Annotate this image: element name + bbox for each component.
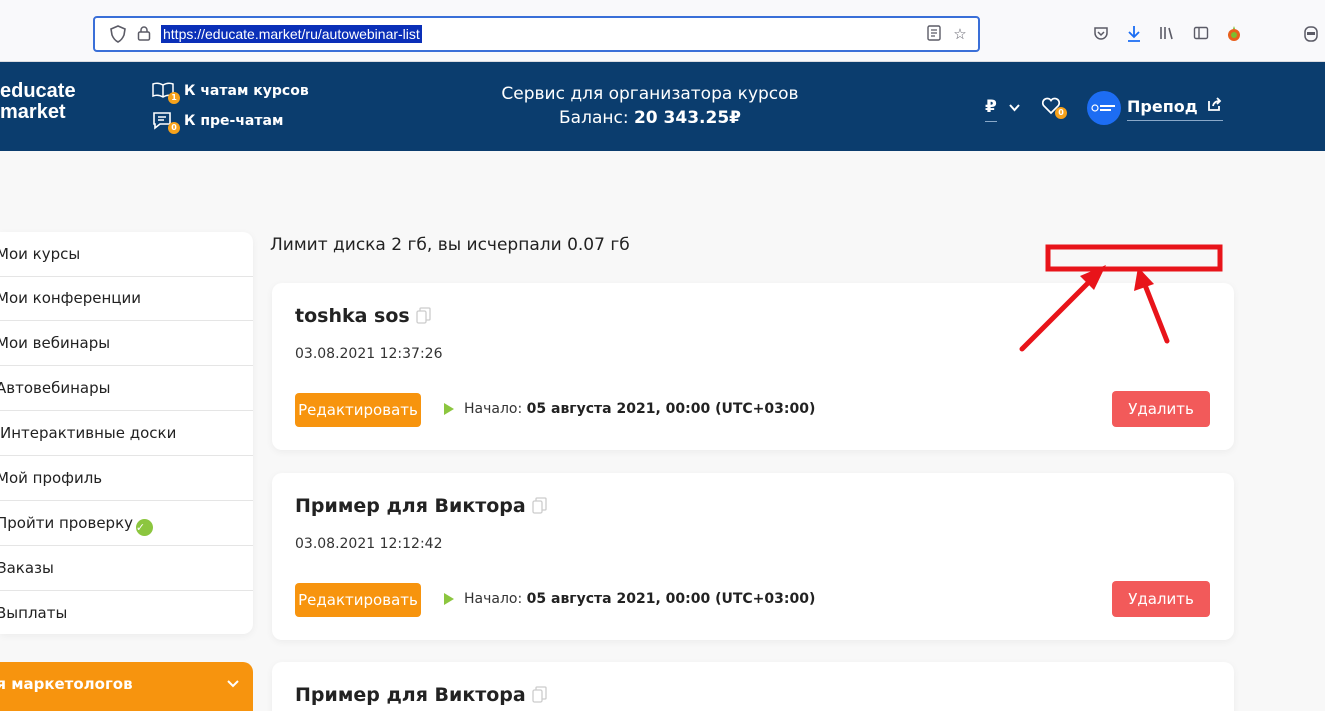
- marketing-label: Для маркетологов: [0, 675, 133, 693]
- lock-icon[interactable]: [135, 25, 153, 43]
- chat-icon: 0: [152, 112, 180, 134]
- sidebar-menu: Мои курсы Мои конференции Мои вебинары А…: [0, 232, 253, 634]
- extension-icon[interactable]: [1224, 25, 1244, 45]
- copy-icon[interactable]: [532, 686, 548, 704]
- edit-button[interactable]: Редактировать: [295, 393, 421, 427]
- autowebinar-card: toshka sos 03.08.2021 12:37:26 Редактиро…: [272, 283, 1234, 450]
- user-profile-link[interactable]: Препод: [1127, 97, 1224, 121]
- delete-button[interactable]: Удалить: [1112, 391, 1210, 427]
- avatar[interactable]: [1087, 91, 1121, 125]
- site-logo[interactable]: educate market: [0, 81, 76, 123]
- sidebar-toggle-icon[interactable]: [1191, 25, 1211, 45]
- reader-view-icon[interactable]: [925, 25, 943, 43]
- start-label: Начало:: [464, 401, 527, 417]
- sidebar-item-my-webinars[interactable]: Мои вебинары: [0, 321, 253, 366]
- course-chats-label: К чатам курсов: [184, 83, 309, 99]
- logo-line1: educate: [0, 80, 76, 102]
- autowebinar-card: Пример для Виктора: [272, 662, 1234, 711]
- address-bar[interactable]: https://educate.market/ru/autowebinar-li…: [93, 16, 980, 52]
- start-value: 05 августа 2021, 00:00 (UTC+03:00): [526, 401, 816, 417]
- service-info: Сервис для организатора курсов Баланс: 2…: [420, 82, 880, 130]
- card-title-text: Пример для Виктора: [295, 495, 526, 517]
- chats-badge: 1: [168, 92, 180, 104]
- site-header: educate market 1 К чатам курсов 0 К пре-…: [0, 62, 1325, 151]
- start-value: 05 августа 2021, 00:00 (UTC+03:00): [526, 591, 816, 607]
- marketing-section-toggle[interactable]: Для маркетологов: [0, 662, 253, 711]
- check-circle-icon: ✓: [136, 519, 154, 536]
- currency-selector[interactable]: ₽: [985, 97, 1020, 122]
- disk-limit-text: Лимит диска 2 гб, вы исчерпали 0.07 гб: [270, 235, 630, 255]
- download-icon[interactable]: [1124, 25, 1144, 45]
- url-text[interactable]: https://educate.market/ru/autowebinar-li…: [161, 25, 422, 43]
- favorites-badge: 0: [1055, 107, 1067, 119]
- favorites-button[interactable]: 0: [1041, 97, 1067, 119]
- sidebar-item-my-conferences[interactable]: Мои конференции: [0, 276, 253, 321]
- verification-label: Пройти проверку: [0, 514, 134, 532]
- card-date: 03.08.2021 12:12:42: [295, 536, 443, 552]
- prechats-badge: 0: [168, 122, 180, 134]
- copy-icon[interactable]: [532, 497, 548, 515]
- sidebar-item-orders[interactable]: Заказы: [0, 546, 253, 591]
- service-title: Сервис для организатора курсов: [501, 84, 799, 104]
- chevron-down-icon: [1009, 101, 1020, 115]
- library-icon[interactable]: [1157, 25, 1177, 45]
- sidebar-item-interactive-boards[interactable]: Интерактивные доски: [0, 411, 253, 456]
- pocket-icon[interactable]: [1091, 25, 1111, 45]
- start-label: Начало:: [464, 591, 527, 607]
- card-title: toshka sos: [295, 305, 432, 327]
- card-title: Пример для Виктора: [295, 684, 548, 706]
- sidebar-item-verification[interactable]: Пройти проверку ✓: [0, 501, 253, 546]
- play-icon: [444, 593, 454, 605]
- start-info: Начало: 05 августа 2021, 00:00 (UTC+03:0…: [444, 401, 815, 417]
- pre-chats-label: К пре-чатам: [184, 113, 284, 129]
- balance: Баланс: 20 343.25₽: [420, 106, 880, 130]
- currency-label: ₽: [985, 97, 997, 122]
- pre-chats-link[interactable]: 0 К пре-чатам: [152, 110, 284, 134]
- shield-icon[interactable]: [109, 25, 127, 43]
- bookmark-star-icon[interactable]: ☆: [951, 25, 969, 43]
- delete-button[interactable]: Удалить: [1112, 581, 1210, 617]
- user-name: Препод: [1127, 97, 1198, 116]
- chevron-down-icon: [227, 662, 239, 707]
- sidebar-item-my-profile[interactable]: Мой профиль: [0, 456, 253, 501]
- profile-icon[interactable]: [1301, 25, 1321, 45]
- book-icon: 1: [152, 82, 180, 104]
- card-title: Пример для Виктора: [295, 495, 548, 517]
- logo-line2: market: [0, 101, 66, 123]
- card-title-text: toshka sos: [295, 305, 410, 327]
- edit-button[interactable]: Редактировать: [295, 583, 421, 617]
- annotation-highlight-box: [1045, 244, 1223, 272]
- external-link-icon: [1207, 97, 1223, 116]
- play-icon: [444, 403, 454, 415]
- sidebar-item-autowebinars[interactable]: Автовебинары: [0, 366, 253, 411]
- sidebar-item-my-courses[interactable]: Мои курсы: [0, 232, 253, 277]
- course-chats-link[interactable]: 1 К чатам курсов: [152, 80, 309, 104]
- autowebinar-card: Пример для Виктора 03.08.2021 12:12:42 Р…: [272, 473, 1234, 640]
- start-info: Начало: 05 августа 2021, 00:00 (UTC+03:0…: [444, 591, 815, 607]
- browser-toolbar: https://educate.market/ru/autowebinar-li…: [0, 0, 1325, 62]
- card-title-text: Пример для Виктора: [295, 684, 526, 706]
- balance-value: 20 343.25₽: [633, 108, 741, 128]
- copy-icon[interactable]: [416, 307, 432, 325]
- card-date: 03.08.2021 12:37:26: [295, 346, 443, 362]
- sidebar-item-payouts[interactable]: Выплаты: [0, 591, 253, 636]
- balance-label: Баланс:: [559, 108, 634, 128]
